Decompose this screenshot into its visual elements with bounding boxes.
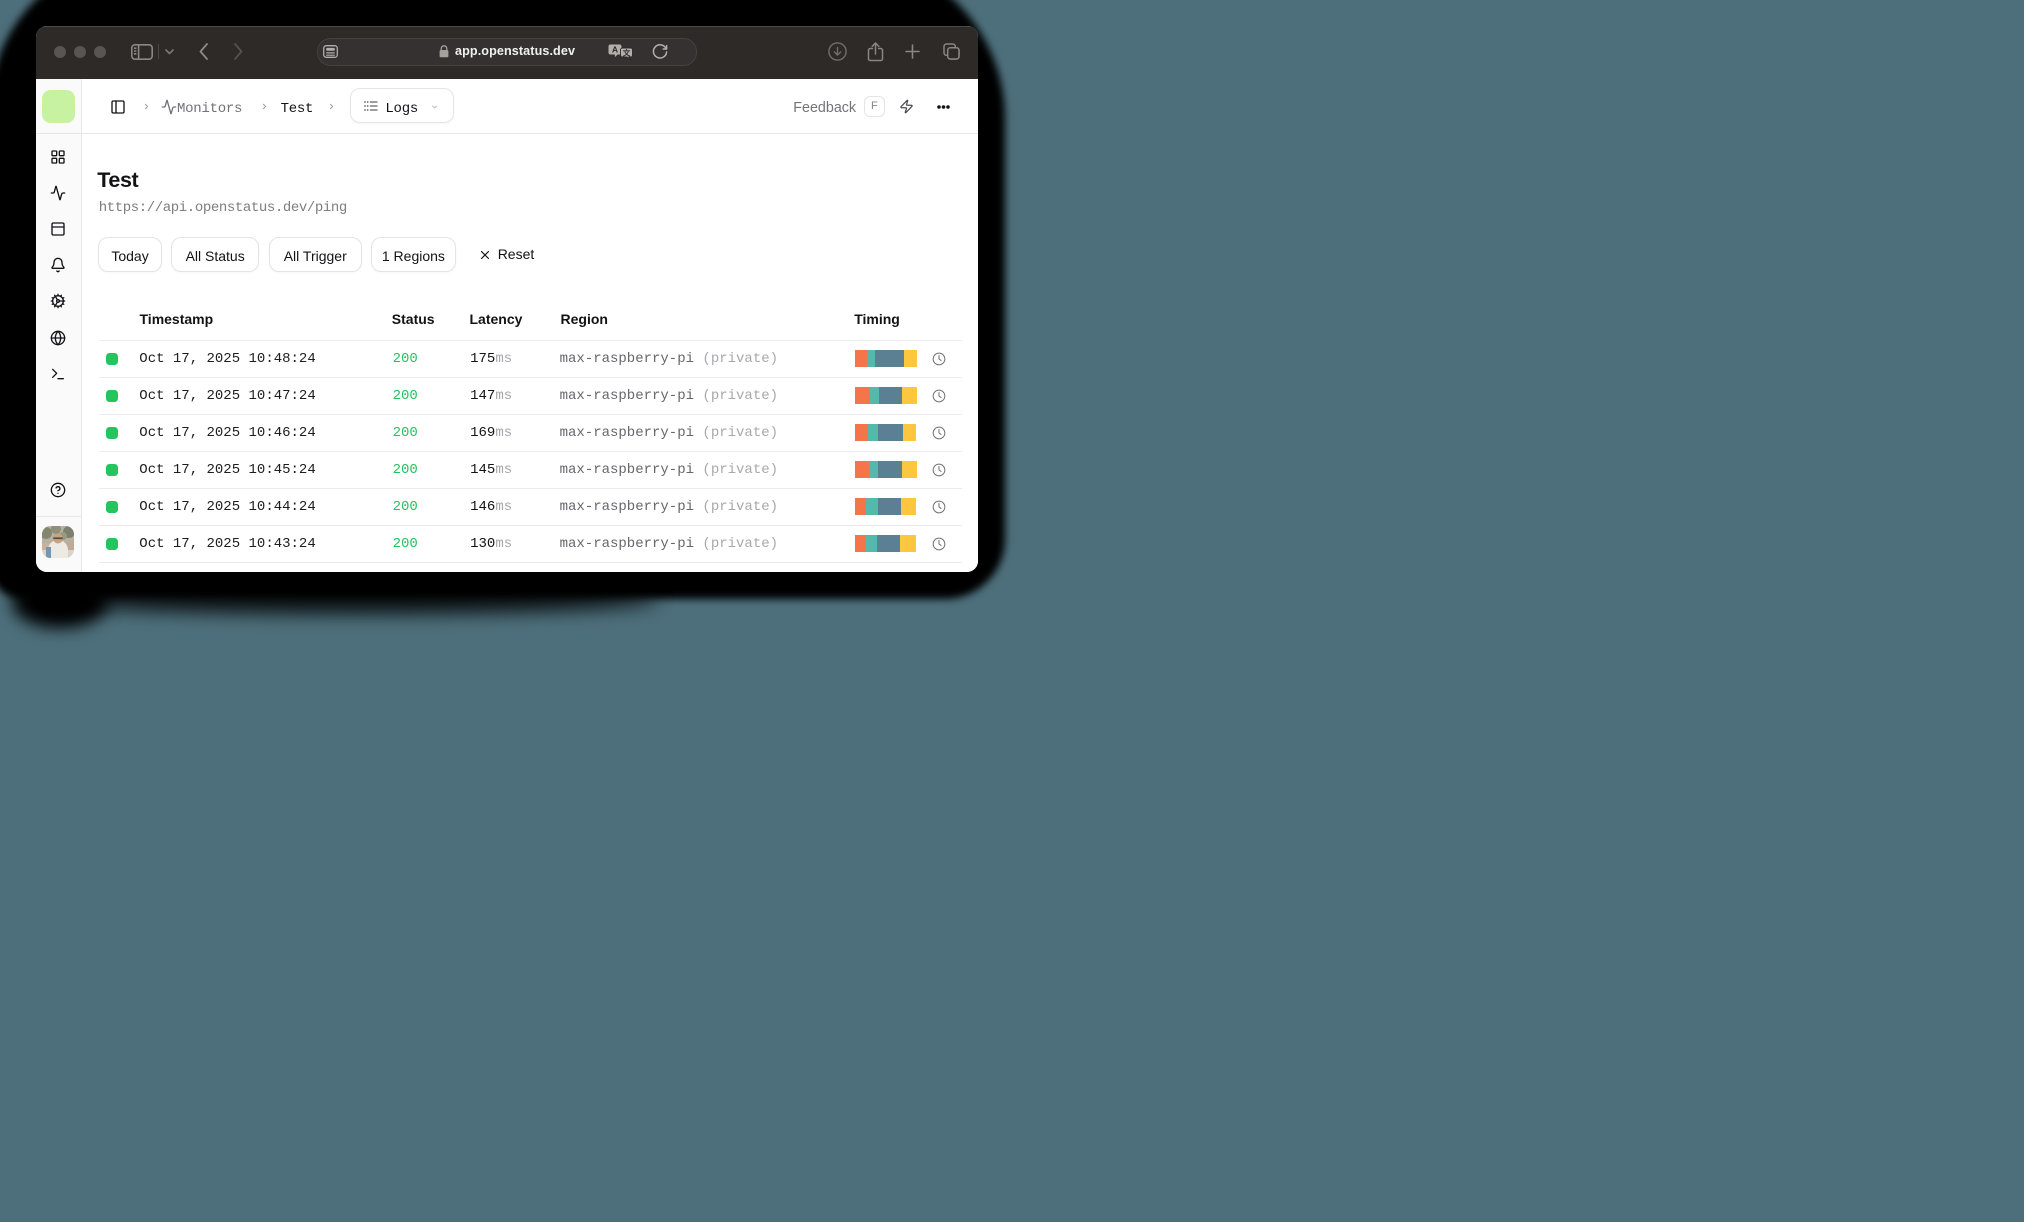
svg-text:文: 文: [623, 47, 631, 57]
svg-text:A: A: [612, 44, 618, 54]
